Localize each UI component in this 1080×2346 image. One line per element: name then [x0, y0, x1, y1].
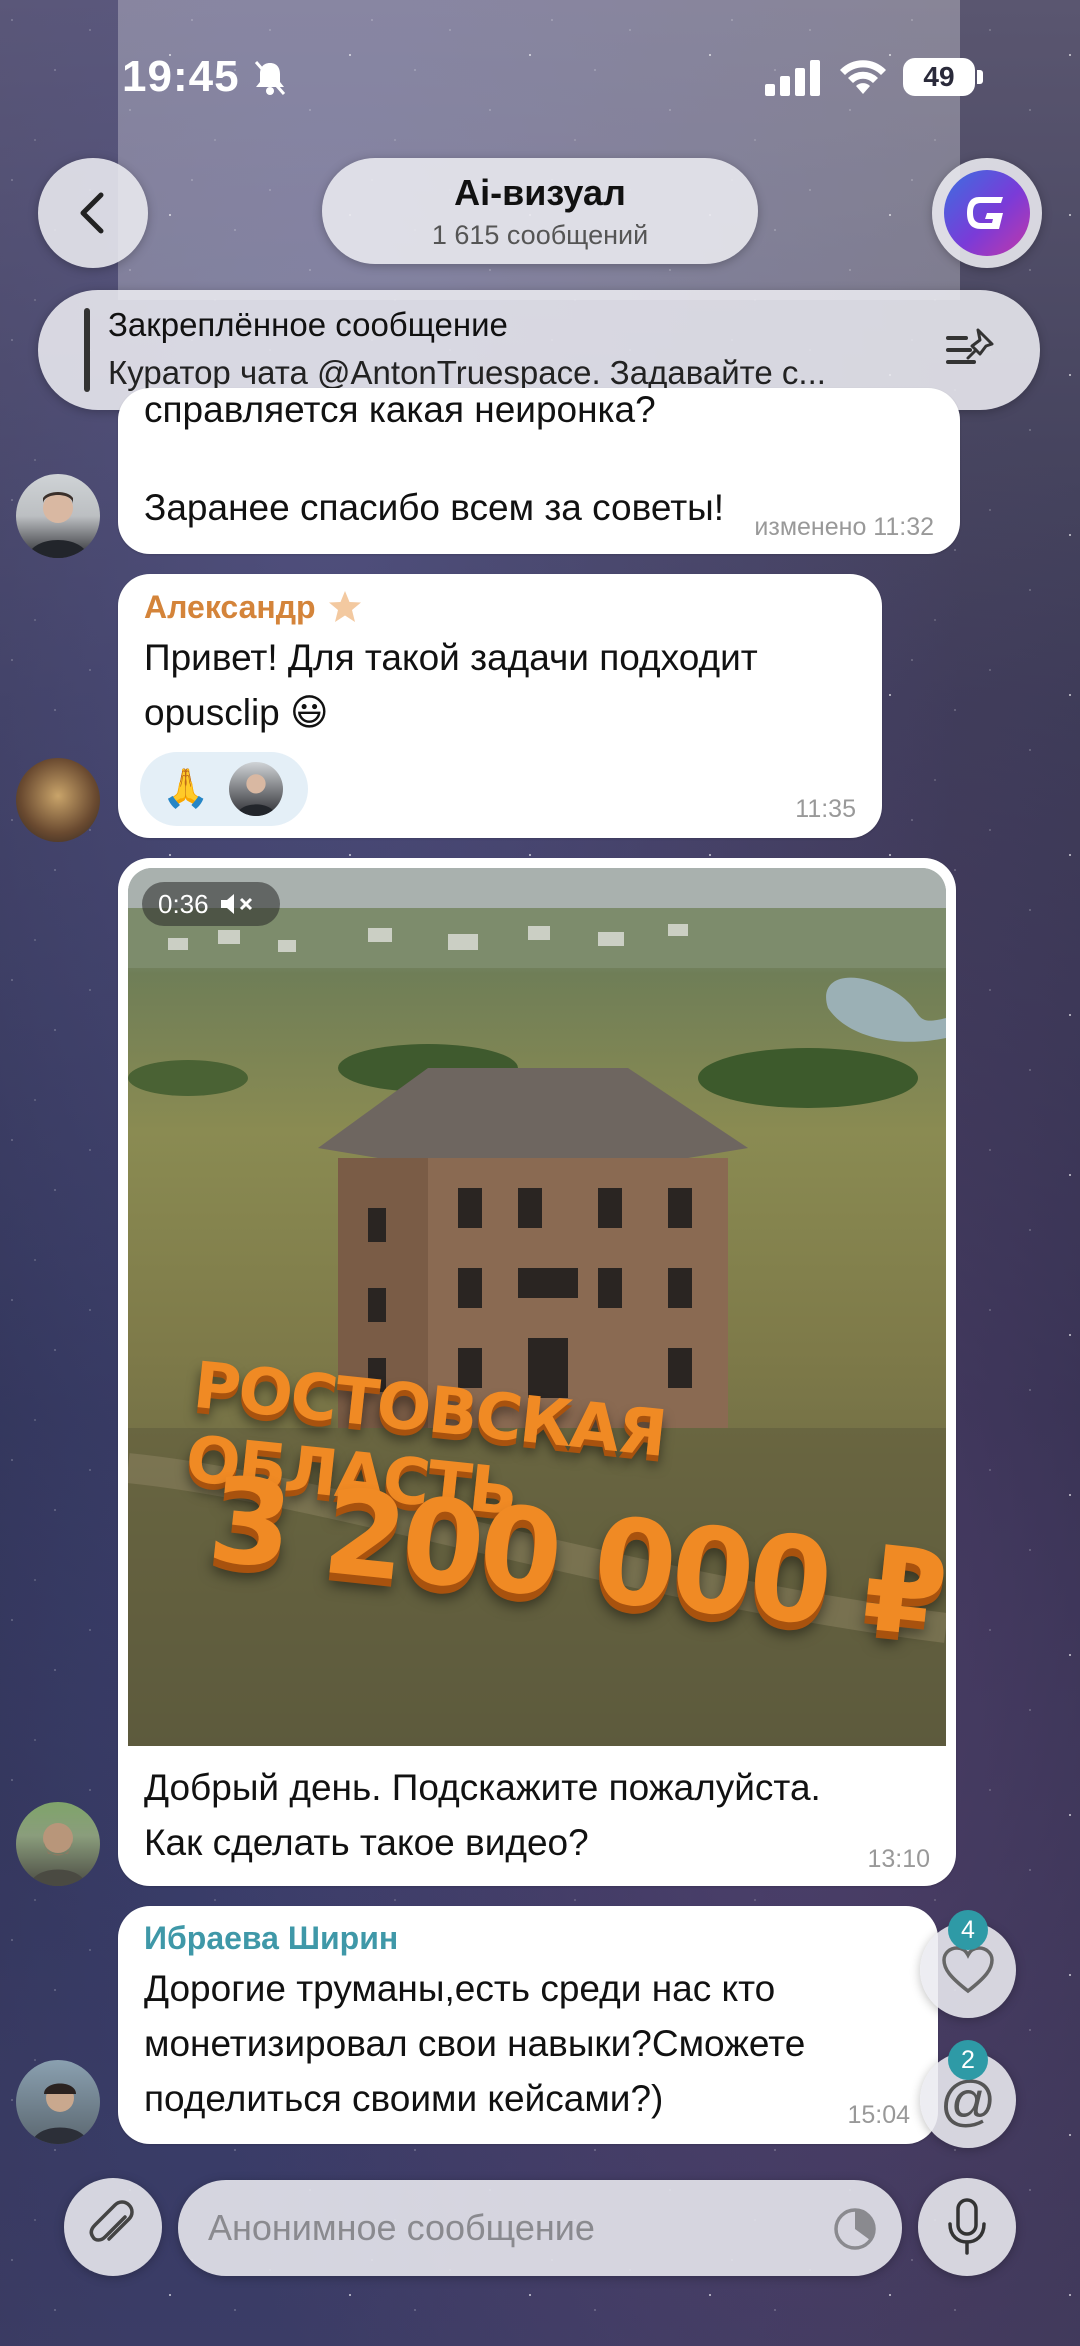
chat-logo-icon: [944, 170, 1030, 256]
battery-indicator: 49: [903, 58, 975, 96]
message-input[interactable]: Анонимное сообщение: [178, 2180, 902, 2276]
muted-speaker-icon: [220, 894, 252, 914]
message-text: монетизировал свои навыки?Сможете: [144, 2023, 806, 2064]
message-time: 11:35: [795, 795, 856, 823]
chevron-left-icon: [80, 192, 104, 234]
reaction-chip[interactable]: 🙏: [140, 752, 308, 826]
pinned-title: Закреплённое сообщение: [108, 306, 508, 343]
status-bar: 19:45 49: [0, 0, 1080, 150]
battery-nub: [977, 70, 983, 84]
member-count: 1 615 сообщений: [431, 220, 649, 250]
video-preview[interactable]: РОСТОВСКАЯ ОБЛАСТЬ 3 200 000 ₽ 0:36: [128, 868, 946, 1746]
heart-icon: [942, 1946, 994, 1994]
mentions-count-badge: 2: [948, 2040, 988, 2080]
status-time: 19:45: [122, 52, 240, 101]
chat-title-header[interactable]: Ai-визуал 1 615 сообщений: [322, 158, 758, 264]
message-time: 13:10: [867, 1845, 930, 1873]
message-text: opusclip 😃: [144, 692, 329, 733]
reactor-avatar: [229, 762, 284, 816]
video-message-bubble[interactable]: РОСТОВСКАЯ ОБЛАСТЬ 3 200 000 ₽ 0:36 Добр…: [118, 858, 956, 1886]
message-input-placeholder: Анонимное сообщение: [208, 2207, 595, 2248]
avatar[interactable]: [16, 474, 100, 558]
chat-title: Ai-визуал: [454, 172, 626, 213]
pin-list-icon[interactable]: [944, 322, 1000, 378]
video-duration-badge[interactable]: 0:36: [142, 882, 280, 926]
message-text: Добрый день. Подскажите пожалуйста.: [144, 1767, 821, 1808]
avatar[interactable]: [16, 758, 100, 842]
silent-bell-icon: [254, 61, 286, 95]
pinned-indicator: [84, 308, 90, 392]
star-icon: [328, 591, 361, 622]
attach-button[interactable]: [64, 2178, 162, 2276]
back-button[interactable]: [38, 158, 148, 268]
avatar[interactable]: [16, 2060, 100, 2144]
wifi-icon: [840, 60, 886, 94]
sender-name[interactable]: Александр: [144, 589, 316, 626]
video-duration: 0:36: [158, 888, 209, 919]
paperclip-icon: [89, 2200, 134, 2242]
pray-reaction-icon: 🙏: [162, 768, 210, 810]
message-edited-time: изменено 11:32: [754, 513, 934, 541]
cellular-signal-icon: [765, 60, 820, 96]
message-time: 15:04: [847, 2101, 910, 2129]
sender-name[interactable]: Ибраева Ширин: [144, 1920, 912, 1957]
message-text: Привет! Для такой задачи подходит: [144, 637, 758, 678]
reactions-count-badge: 4: [948, 1910, 988, 1950]
message-text: Дорогие труманы,есть среди нас кто: [144, 1968, 776, 2009]
message-text: Как сделать такое видео?: [144, 1822, 589, 1863]
chat-avatar-button[interactable]: [932, 158, 1042, 268]
voice-record-button[interactable]: [918, 2178, 1016, 2276]
microphone-icon: [948, 2198, 986, 2255]
message-text-partial: справляется какая неиронка?: [144, 389, 656, 430]
message-bubble[interactable]: справляется какая неиронка? Заранее спас…: [118, 388, 960, 554]
timer-icon[interactable]: [832, 2206, 878, 2252]
pinned-text: Куратор чата @AntonTruespace. Задавайте …: [108, 354, 826, 391]
message-bubble[interactable]: Ибраева Ширин Дорогие труманы,есть среди…: [118, 1906, 938, 2144]
message-text: поделиться своими кейсами?): [144, 2078, 664, 2119]
avatar[interactable]: [16, 1802, 100, 1886]
